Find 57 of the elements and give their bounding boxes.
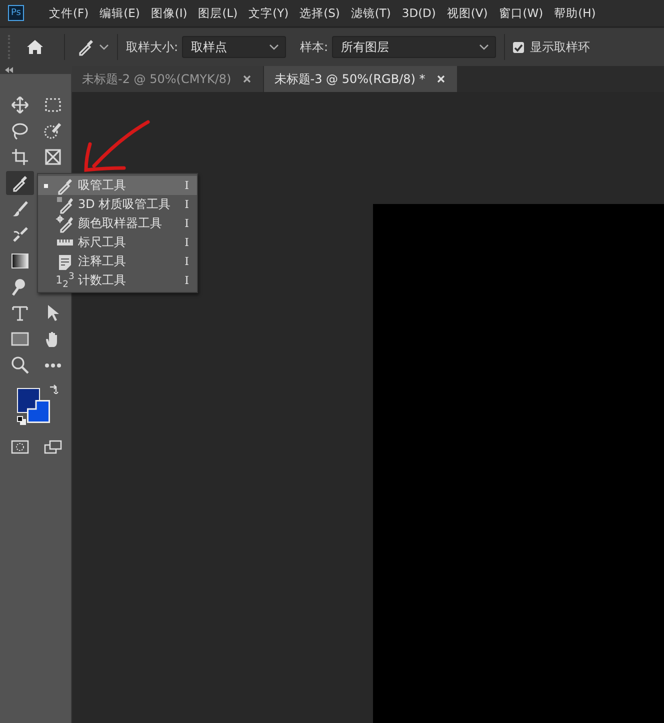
sample-size-label: 取样大小:	[126, 38, 178, 56]
sample-dropdown[interactable]: 所有图层	[332, 36, 496, 58]
frame-icon	[44, 148, 62, 166]
caret-icon	[479, 43, 490, 51]
note-icon	[56, 252, 74, 270]
menu-item[interactable]: 文件(F)	[44, 6, 94, 20]
home-icon[interactable]	[26, 39, 44, 55]
tool-menu-item[interactable]: 标尺工具 I	[38, 233, 197, 252]
sample-label: 样本:	[300, 38, 328, 56]
eyedropper-icon[interactable]	[77, 38, 95, 56]
caret-icon	[269, 43, 280, 51]
ruler-icon	[56, 239, 74, 246]
sample-size-dropdown[interactable]: 取样点	[182, 36, 286, 58]
tool-menu-item[interactable]: 注释工具 I	[38, 252, 197, 271]
menu-item[interactable]: 帮助(H)	[549, 6, 601, 20]
default-colors-icon[interactable]	[17, 416, 27, 426]
marquee-icon	[44, 96, 62, 114]
tool-menu-item[interactable]: 颜色取样器工具 I	[38, 214, 197, 233]
eyedropper-icon	[10, 174, 28, 192]
eyedropper-icon	[56, 176, 74, 194]
brush-icon	[10, 200, 28, 218]
gradient-icon	[10, 252, 28, 270]
rectangle-icon	[10, 330, 28, 348]
crop-icon	[10, 148, 28, 166]
menu-item[interactable]: 窗口(W)	[494, 6, 548, 20]
app-logo: Ps	[8, 5, 24, 21]
menu-item[interactable]: 滤镜(T)	[346, 6, 396, 20]
menu-item[interactable]: 图像(I)	[146, 6, 192, 20]
close-icon[interactable]	[243, 75, 252, 83]
quick-select-icon	[44, 122, 62, 140]
screen-mode-icon[interactable]	[44, 440, 62, 454]
stamp-icon	[10, 226, 28, 244]
move-icon	[10, 96, 28, 114]
lasso-icon	[10, 122, 28, 140]
menu-item[interactable]: 图层(L)	[193, 6, 243, 20]
zoom-icon	[10, 356, 28, 374]
tool-menu-item[interactable]: 吸管工具 I	[38, 176, 197, 195]
check-icon	[514, 42, 524, 52]
material-eyedropper-icon	[56, 196, 74, 214]
quick-mask-icon[interactable]	[10, 440, 28, 454]
menu-item[interactable]: 选择(S)	[294, 6, 345, 20]
menu-item[interactable]: 3D(D)	[396, 6, 441, 20]
caret-icon[interactable]	[99, 43, 109, 51]
menu-item[interactable]: 编辑(E)	[94, 6, 145, 20]
type-icon	[10, 304, 28, 322]
tool-button[interactable]	[6, 171, 34, 195]
show-ring-label: 显示取样环	[530, 38, 590, 56]
swap-icon[interactable]	[49, 384, 59, 394]
more-icon	[44, 362, 62, 368]
menu-item[interactable]: 视图(V)	[442, 6, 493, 20]
show-ring-checkbox[interactable]	[513, 42, 524, 52]
color-sampler-icon	[56, 214, 74, 232]
tool-menu-item[interactable]: 1$_{2}$$^{3}$ 计数工具 I	[38, 271, 197, 290]
document-tab[interactable]: 未标题-2 @ 50%(CMYK/8)	[72, 66, 264, 92]
document-tab[interactable]: 未标题-3 @ 50%(RGB/8) *	[264, 66, 458, 92]
tool-menu-item[interactable]: 3D 材质吸管工具 I	[38, 195, 197, 214]
menu-item[interactable]: 文字(Y)	[244, 6, 294, 20]
